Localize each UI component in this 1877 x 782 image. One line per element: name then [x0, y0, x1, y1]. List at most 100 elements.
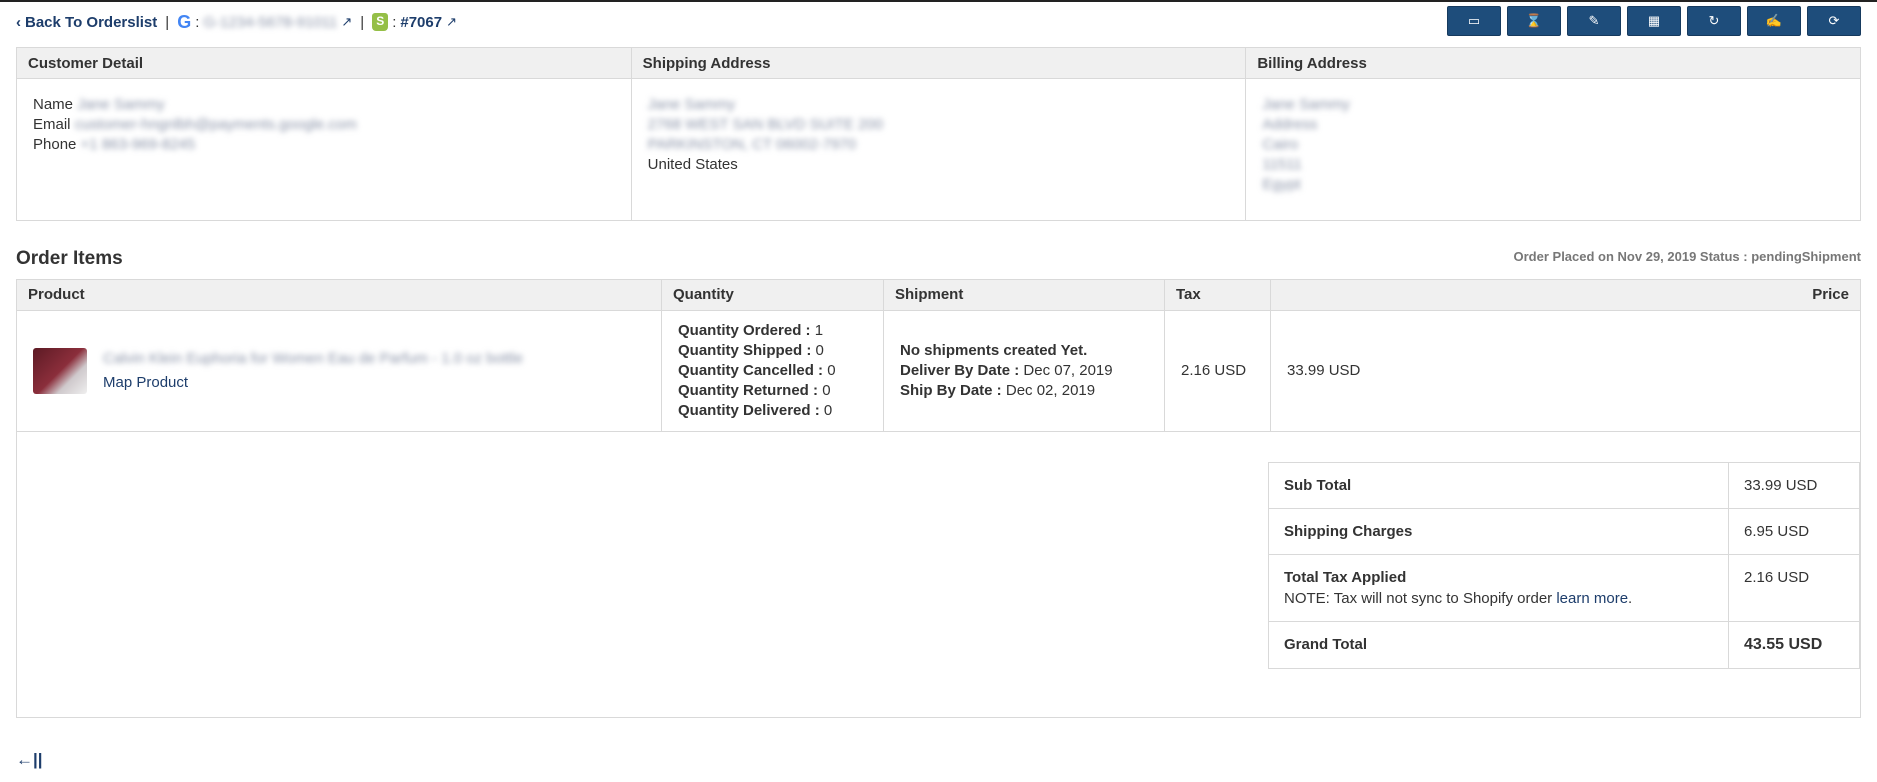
google-order-link[interactable]: G-1234-5678-91011 [203, 14, 337, 31]
col-shipment: Shipment [884, 280, 1165, 310]
billing-address: Billing Address Jane Sammy Address Cairo… [1246, 48, 1861, 220]
customer-detail-header: Customer Detail [17, 48, 631, 79]
email-label: Email [33, 116, 71, 133]
chevron-left-icon: ‹ [16, 13, 21, 31]
product-thumbnail[interactable] [33, 348, 87, 394]
calendar-button[interactable]: ▦ [1627, 6, 1681, 36]
billing-line: Jane Sammy [1262, 96, 1350, 113]
customer-panel: Customer Detail Name Jane Sammy Email cu… [16, 47, 1861, 221]
qty-cancelled-label: Quantity Cancelled : [678, 362, 824, 379]
refresh-button[interactable]: ↻ [1687, 6, 1741, 36]
tax-note-text: NOTE: Tax will not sync to Shopify order [1284, 590, 1553, 607]
external-link-icon[interactable]: ↗ [446, 14, 457, 30]
card-icon: ▭ [1467, 13, 1481, 28]
deliver-by-label: Deliver By Date : [900, 362, 1020, 379]
col-tax: Tax [1165, 280, 1271, 310]
qty-shipped: 0 [815, 342, 824, 359]
tax-label-cell: Total Tax Applied NOTE: Tax will not syn… [1269, 555, 1729, 621]
order-items-title: Order Items [16, 248, 123, 269]
customer-detail: Customer Detail Name Jane Sammy Email cu… [17, 48, 632, 220]
total-tax-value: 2.16 USD [1744, 569, 1810, 586]
shopify-order-link[interactable]: #7067 [400, 14, 442, 31]
sync-button[interactable]: ⟳ [1807, 6, 1861, 36]
shipment-cell: No shipments created Yet. Deliver By Dat… [884, 311, 1165, 431]
shipping-address-header: Shipping Address [631, 48, 1246, 79]
billing-line: Address [1262, 116, 1318, 133]
subtotal-value: 33.99 USD [1744, 477, 1818, 494]
grand-total-value: 43.55 USD [1744, 636, 1823, 653]
refresh-icon: ↻ [1708, 13, 1720, 28]
qty-ordered: 1 [814, 322, 824, 339]
hourglass-icon: ⌛ [1525, 13, 1543, 28]
shipping-line: Jane Sammy [647, 96, 736, 113]
card-button[interactable]: ▭ [1447, 6, 1501, 36]
shipping-line: PARKINSTON, CT 06002-7970 [647, 136, 857, 153]
qty-cancelled: 0 [827, 362, 836, 379]
col-price: Price [1812, 286, 1849, 303]
hourglass-button[interactable]: ⌛ [1507, 6, 1561, 36]
qty-returned: 0 [822, 382, 831, 399]
order-meta: Order Placed on Nov 29, 2019 Status : pe… [1513, 249, 1861, 264]
order-items-table: Product Quantity Shipment Tax Price Calv… [16, 279, 1861, 432]
pencil-icon: ✎ [1588, 13, 1600, 28]
table-header: Product Quantity Shipment Tax Price [17, 280, 1860, 311]
shipping-address: Shipping Address Jane Sammy 2768 WEST SA… [631, 48, 1247, 220]
ship-by-date: Dec 02, 2019 [1005, 382, 1096, 399]
external-link-icon[interactable]: ↗ [341, 14, 352, 30]
tax-row: Total Tax Applied NOTE: Tax will not syn… [1269, 555, 1859, 622]
phone-label: Phone [33, 136, 77, 153]
grand-total-label: Grand Total [1269, 622, 1729, 668]
collapse-sidebar-icon[interactable]: ←|| [16, 750, 43, 770]
totals-table: Sub Total 33.99 USD Shipping Charges 6.9… [1268, 462, 1860, 669]
email-value[interactable]: customer-hngnlbh@payments.google.com [75, 116, 357, 133]
google-icon: G [177, 11, 192, 32]
qty-delivered: 0 [823, 402, 833, 419]
separator: | [360, 13, 365, 31]
shopify-colon: : [392, 13, 397, 31]
qty-ordered-label: Quantity Ordered : [678, 322, 811, 339]
shopify-icon [372, 13, 389, 31]
shipping-charges-value: 6.95 USD [1744, 523, 1810, 540]
col-product: Product [17, 280, 662, 310]
billing-line: Cairo [1262, 136, 1299, 153]
tax-note: NOTE: Tax will not sync to Shopify order… [1284, 590, 1633, 607]
totals-panel: Sub Total 33.99 USD Shipping Charges 6.9… [16, 432, 1861, 718]
billing-line: Egypt [1262, 176, 1301, 193]
map-product-link[interactable]: Map Product [103, 374, 188, 391]
edit-icon: ✍ [1765, 13, 1783, 28]
shipping-charges-label: Shipping Charges [1269, 509, 1729, 554]
subtotal-label: Sub Total [1269, 463, 1729, 508]
grand-total-row: Grand Total 43.55 USD [1269, 622, 1859, 668]
pencil-button[interactable]: ✎ [1567, 6, 1621, 36]
qty-delivered-label: Quantity Delivered : [678, 402, 820, 419]
calendar-icon: ▦ [1647, 13, 1661, 28]
sync-icon: ⟳ [1828, 13, 1840, 28]
shipping-line: 2768 WEST SAN BLVD SUITE 200 [647, 116, 884, 133]
billing-address-header: Billing Address [1246, 48, 1861, 79]
deliver-by-date: Dec 07, 2019 [1023, 362, 1113, 379]
edit-button[interactable]: ✍ [1747, 6, 1801, 36]
back-to-orderslist-link[interactable]: ‹ Back To Orderslist [16, 14, 157, 31]
google-colon: : [195, 13, 200, 31]
ship-by-label: Ship By Date : [900, 382, 1002, 399]
table-row: Calvin Klein Euphoria for Women Eau de P… [17, 311, 1860, 431]
qty-returned-label: Quantity Returned : [678, 382, 819, 399]
qty-shipped-label: Quantity Shipped : [678, 342, 812, 359]
separator: | [165, 13, 170, 31]
product-cell: Calvin Klein Euphoria for Women Eau de P… [17, 311, 662, 431]
toolbar: ▭ ⌛ ✎ ▦ ↻ ✍ ⟳ [1447, 6, 1861, 36]
phone-value[interactable]: +1 863-969-8245 [81, 136, 196, 153]
col-quantity: Quantity [662, 280, 884, 310]
tax-cell: 2.16 USD [1165, 311, 1271, 431]
top-bar: ‹ Back To Orderslist | G : G-1234-5678-9… [16, 10, 457, 34]
total-tax-label: Total Tax Applied [1284, 569, 1407, 586]
name-value: Jane Sammy [77, 96, 165, 113]
shipping-row: Shipping Charges 6.95 USD [1269, 509, 1859, 555]
shipment-status: No shipments created Yet. [900, 342, 1088, 359]
price-cell: 33.99 USD [1287, 362, 1361, 379]
billing-line: 11511 [1262, 156, 1302, 173]
subtotal-row: Sub Total 33.99 USD [1269, 463, 1859, 509]
learn-more-link[interactable]: learn more [1556, 590, 1628, 607]
quantity-cell: Quantity Ordered : 1 Quantity Shipped : … [662, 311, 884, 431]
product-name-link[interactable]: Calvin Klein Euphoria for Women Eau de P… [103, 350, 523, 367]
